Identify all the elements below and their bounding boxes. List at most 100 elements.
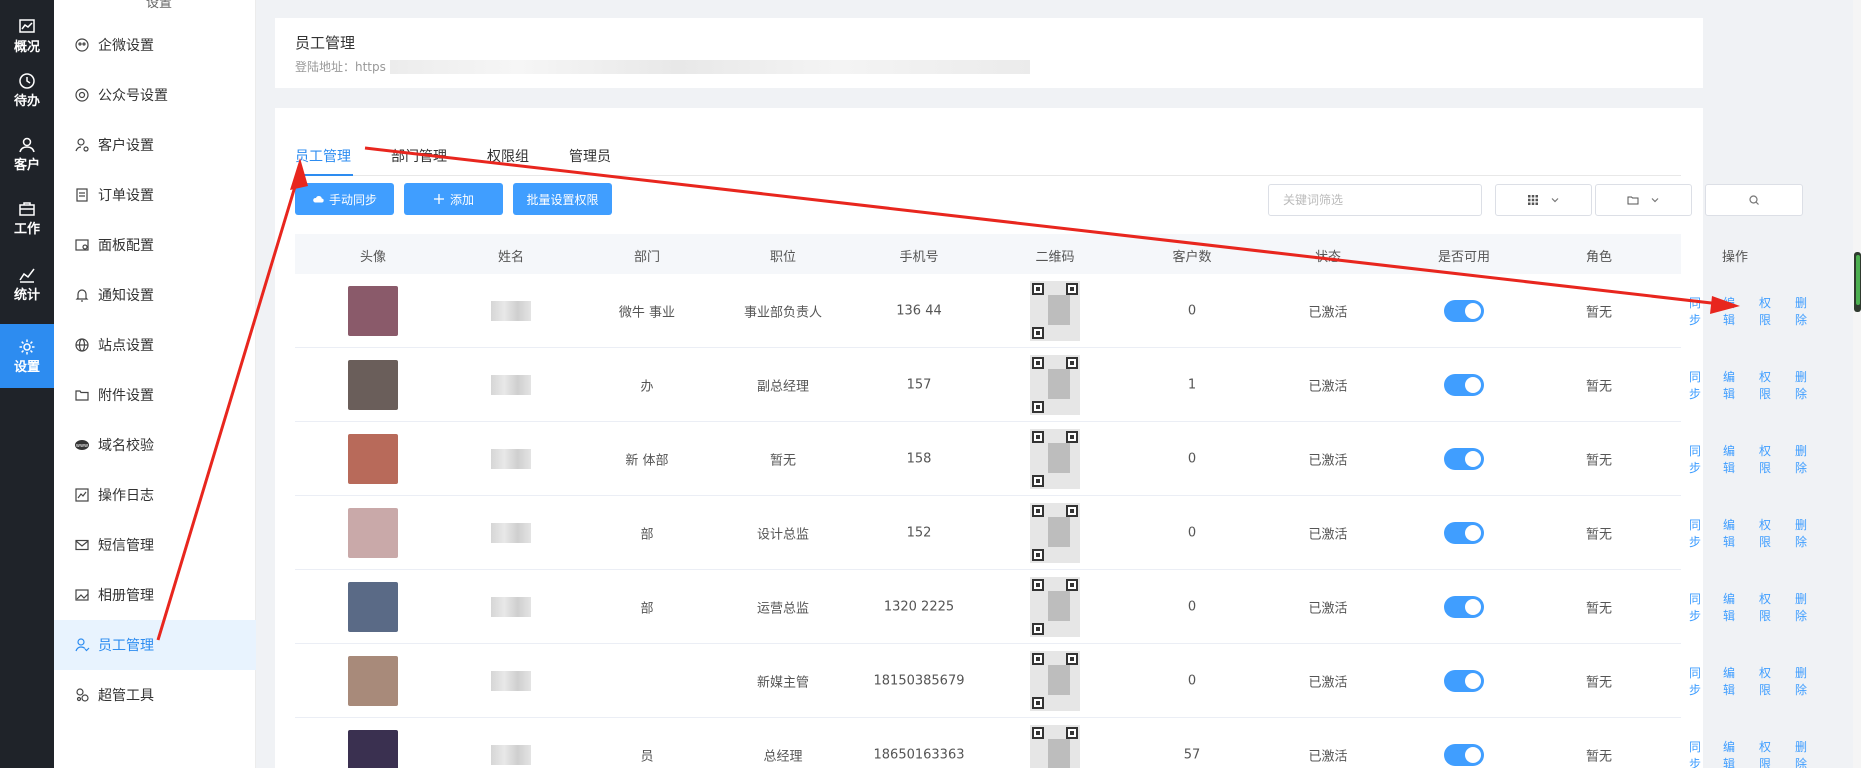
tab-staff[interactable]: 员工管理	[295, 146, 351, 166]
menu-item-operation-log[interactable]: 操作日志	[54, 470, 256, 520]
table-row: 部 运营总监 1320 2225 0 已激活 暂无 同步 编辑 权限 删除	[295, 570, 1807, 644]
sync-link[interactable]: 同步	[1689, 664, 1701, 698]
edit-link[interactable]: 编辑	[1723, 664, 1735, 698]
permission-link[interactable]: 权限	[1759, 516, 1771, 550]
rail-item-customer[interactable]: 客户	[0, 122, 54, 186]
menu-label: 员工管理	[98, 638, 154, 654]
enabled-toggle[interactable]	[1444, 299, 1484, 322]
delete-link[interactable]: 删除	[1795, 368, 1807, 402]
delete-link[interactable]: 删除	[1795, 294, 1807, 328]
delete-link[interactable]: 删除	[1795, 590, 1807, 624]
permission-link[interactable]: 权限	[1759, 294, 1771, 328]
qrcode-image[interactable]	[1030, 502, 1080, 563]
qrcode-image[interactable]	[1030, 650, 1080, 711]
enabled-toggle[interactable]	[1444, 595, 1484, 618]
rail-item-settings[interactable]: 设置	[0, 324, 54, 388]
edit-link[interactable]: 编辑	[1723, 294, 1735, 328]
cell-phone: 1320 2225	[883, 599, 955, 614]
table-row: 办 副总经理 157 1 已激活 暂无 同步 编辑 权限 删除	[295, 348, 1807, 422]
folder-icon	[75, 390, 89, 401]
keyword-search-input[interactable]	[1268, 184, 1482, 216]
enabled-toggle[interactable]	[1444, 521, 1484, 544]
grid-icon	[1527, 195, 1538, 205]
permission-link[interactable]: 权限	[1759, 664, 1771, 698]
qrcode-image[interactable]	[1030, 724, 1080, 768]
edit-link[interactable]: 编辑	[1723, 368, 1735, 402]
menu-item-customer-settings[interactable]: 客户设置	[54, 120, 256, 170]
mail-icon	[75, 539, 89, 551]
delete-link[interactable]: 删除	[1795, 516, 1807, 550]
delete-link[interactable]: 删除	[1795, 738, 1807, 768]
menu-item-attachment-settings[interactable]: 附件设置	[54, 370, 256, 420]
avatar	[348, 507, 398, 558]
menu-item-staff[interactable]: 员工管理	[54, 620, 256, 670]
search-button[interactable]	[1705, 184, 1803, 216]
cell-position: 事业部负责人	[743, 305, 823, 320]
icon-rail: 概况 待办 客户 工作 统计 设置	[0, 0, 54, 768]
tab-admin[interactable]: 管理员	[569, 146, 611, 166]
page-scrollbar[interactable]	[1853, 0, 1861, 768]
batch-permission-button[interactable]: 批量设置权限	[513, 183, 612, 215]
cell-position: 副总经理	[756, 379, 810, 394]
qrcode-image[interactable]	[1030, 280, 1080, 341]
cell-role: 暂无	[1585, 527, 1613, 542]
user-gear-icon	[75, 138, 89, 152]
rail-item-stats[interactable]: 统计	[0, 252, 54, 316]
qrcode-image[interactable]	[1030, 428, 1080, 489]
permission-link[interactable]: 权限	[1759, 590, 1771, 624]
cell-status: 已激活	[1308, 453, 1348, 468]
permission-link[interactable]: 权限	[1759, 368, 1771, 402]
add-button[interactable]: 添加	[404, 183, 503, 215]
cell-customer-count: 57	[1183, 747, 1201, 762]
cloud-sync-icon	[313, 195, 324, 203]
tab-permission-group[interactable]: 权限组	[487, 146, 529, 166]
table-row: 员 总经理 18650163363 57 已激活 暂无 同步 编辑 权限 删除	[295, 718, 1807, 768]
sync-link[interactable]: 同步	[1689, 368, 1701, 402]
rail-label: 概况	[13, 40, 40, 55]
avatar	[348, 285, 398, 336]
menu-item-notify-settings[interactable]: 通知设置	[54, 270, 256, 320]
menu-item-sms[interactable]: 短信管理	[54, 520, 256, 570]
sync-button[interactable]: 手动同步	[295, 183, 394, 215]
enabled-toggle[interactable]	[1444, 743, 1484, 766]
menu-item-admin-tools[interactable]: 超管工具	[54, 670, 256, 720]
folder-filter-dropdown[interactable]	[1595, 184, 1692, 216]
cell-name-redacted	[491, 596, 531, 617]
cell-role: 暂无	[1585, 453, 1613, 468]
menu-item-album[interactable]: 相册管理	[54, 570, 256, 620]
menu-item-official-account[interactable]: 公众号设置	[54, 70, 256, 120]
rail-item-todo[interactable]: 待办	[0, 58, 54, 122]
cell-position: 总经理	[763, 749, 803, 764]
permission-link[interactable]: 权限	[1759, 442, 1771, 476]
menu-item-domain-verify[interactable]: www 域名校验	[54, 420, 256, 470]
delete-link[interactable]: 删除	[1795, 664, 1807, 698]
search-icon	[1749, 195, 1759, 205]
sync-link[interactable]: 同步	[1689, 294, 1701, 328]
menu-item-site-settings[interactable]: 站点设置	[54, 320, 256, 370]
tab-department[interactable]: 部门管理	[391, 146, 447, 166]
qrcode-image[interactable]	[1030, 576, 1080, 637]
sync-link[interactable]: 同步	[1689, 442, 1701, 476]
cell-department: 员	[640, 749, 654, 764]
edit-link[interactable]: 编辑	[1723, 442, 1735, 476]
delete-link[interactable]: 删除	[1795, 442, 1807, 476]
menu-label: 相册管理	[98, 588, 154, 604]
sync-link[interactable]: 同步	[1689, 738, 1701, 768]
permission-link[interactable]: 权限	[1759, 738, 1771, 768]
menu-item-wecom[interactable]: 企微设置	[54, 20, 256, 70]
edit-link[interactable]: 编辑	[1723, 738, 1735, 768]
menu-item-panel-config[interactable]: 面板配置	[54, 220, 256, 270]
edit-link[interactable]: 编辑	[1723, 590, 1735, 624]
rail-item-work[interactable]: 工作	[0, 186, 54, 250]
grid-filter-dropdown[interactable]	[1495, 184, 1592, 216]
menu-item-order-settings[interactable]: 订单设置	[54, 170, 256, 220]
sync-link[interactable]: 同步	[1689, 516, 1701, 550]
enabled-toggle[interactable]	[1444, 373, 1484, 396]
enabled-toggle[interactable]	[1444, 447, 1484, 470]
edit-link[interactable]: 编辑	[1723, 516, 1735, 550]
qrcode-image[interactable]	[1030, 354, 1080, 415]
cell-position: 运营总监	[756, 601, 810, 616]
menu-label: 公众号设置	[98, 88, 168, 104]
sync-link[interactable]: 同步	[1689, 590, 1701, 624]
enabled-toggle[interactable]	[1444, 669, 1484, 692]
